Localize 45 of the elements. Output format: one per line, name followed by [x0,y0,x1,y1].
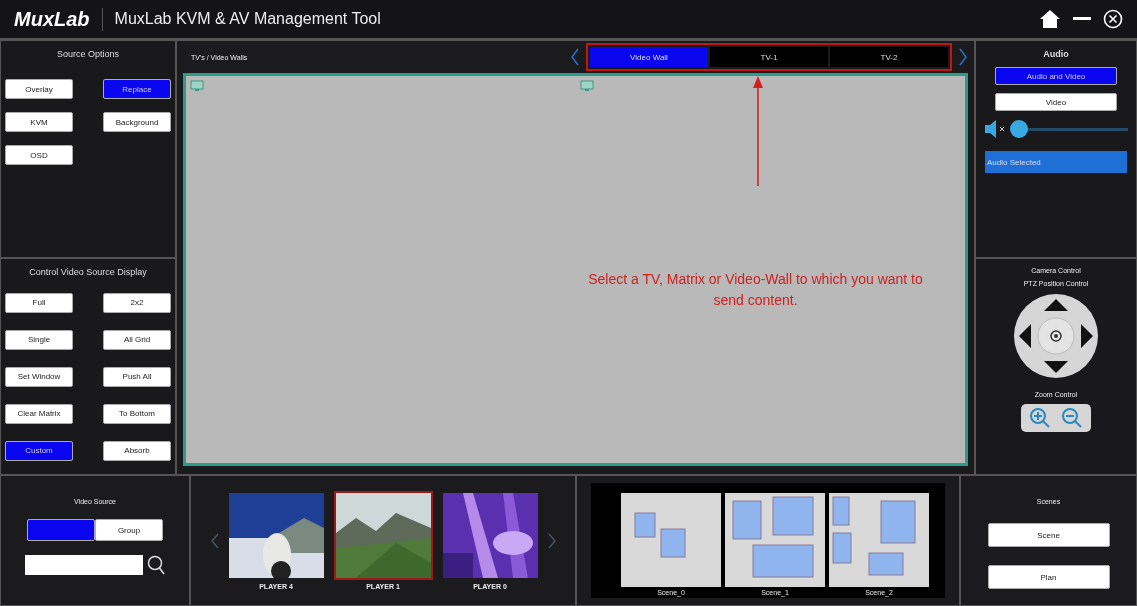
volume-slider[interactable] [1012,120,1128,138]
panel-title: Control Video Source Display [29,266,147,277]
option-button[interactable]: To Bottom [103,403,171,424]
audio-mode-button[interactable]: Video [995,93,1117,111]
option-button[interactable]: Set Window [5,366,73,387]
option-button[interactable]: Clear Matrix [5,403,73,424]
option-button[interactable]: Push All [103,366,171,387]
option-button[interactable]: Full [5,292,73,313]
option-button[interactable]: Single [5,329,73,350]
option-button[interactable]: Custom [5,440,73,461]
display-tab[interactable]: TV-2 [830,47,948,67]
scene-action-button[interactable]: Plan [987,565,1110,589]
close-icon[interactable] [1103,9,1123,29]
scene-action-button[interactable]: Scene [987,523,1110,547]
option-button[interactable]: KVM [5,112,73,132]
chevron-left-icon[interactable] [570,48,580,66]
search-field[interactable] [25,555,143,575]
slider-thumb[interactable] [1009,120,1028,138]
search-icon[interactable] [147,555,165,575]
minimize-icon[interactable] [1073,17,1091,21]
zoom-out-icon[interactable] [1061,406,1083,429]
panel-title: Source Options [56,49,119,59]
display-tab[interactable]: Video Wall [590,47,708,67]
option-button[interactable]: 2x2 [103,292,171,313]
option-button[interactable]: OSD [5,145,73,165]
panel-title: Audio [1043,49,1069,59]
logo: MuxLab [14,7,103,31]
option-button[interactable]: All Grid [103,329,171,350]
zoom-in-icon[interactable] [1029,406,1051,429]
monitor-icon [190,80,204,92]
monitor-icon [580,80,594,92]
source-mode-button[interactable] [27,519,95,541]
audio-status-bar: Audio Selected [985,151,1127,173]
display-tab[interactable]: TV-1 [710,47,828,67]
source-mode-button[interactable]: Group [95,519,163,541]
app-title: MuxLab KVM & AV Management Tool [114,10,382,28]
option-button[interactable]: Absorb [103,440,171,461]
audio-mode-button[interactable]: Audio and Video [995,67,1117,85]
home-icon[interactable] [1039,9,1061,29]
option-button[interactable]: Replace [103,79,171,99]
option-button[interactable]: Background [103,112,171,132]
chevron-right-icon[interactable] [958,48,968,66]
option-button[interactable]: Overlay [5,79,73,99]
annotation-text: Select a TV, Matrix or Video-Wall to which you want to send content. [587,269,924,310]
ptz-direction-pad[interactable] [1013,292,1099,379]
